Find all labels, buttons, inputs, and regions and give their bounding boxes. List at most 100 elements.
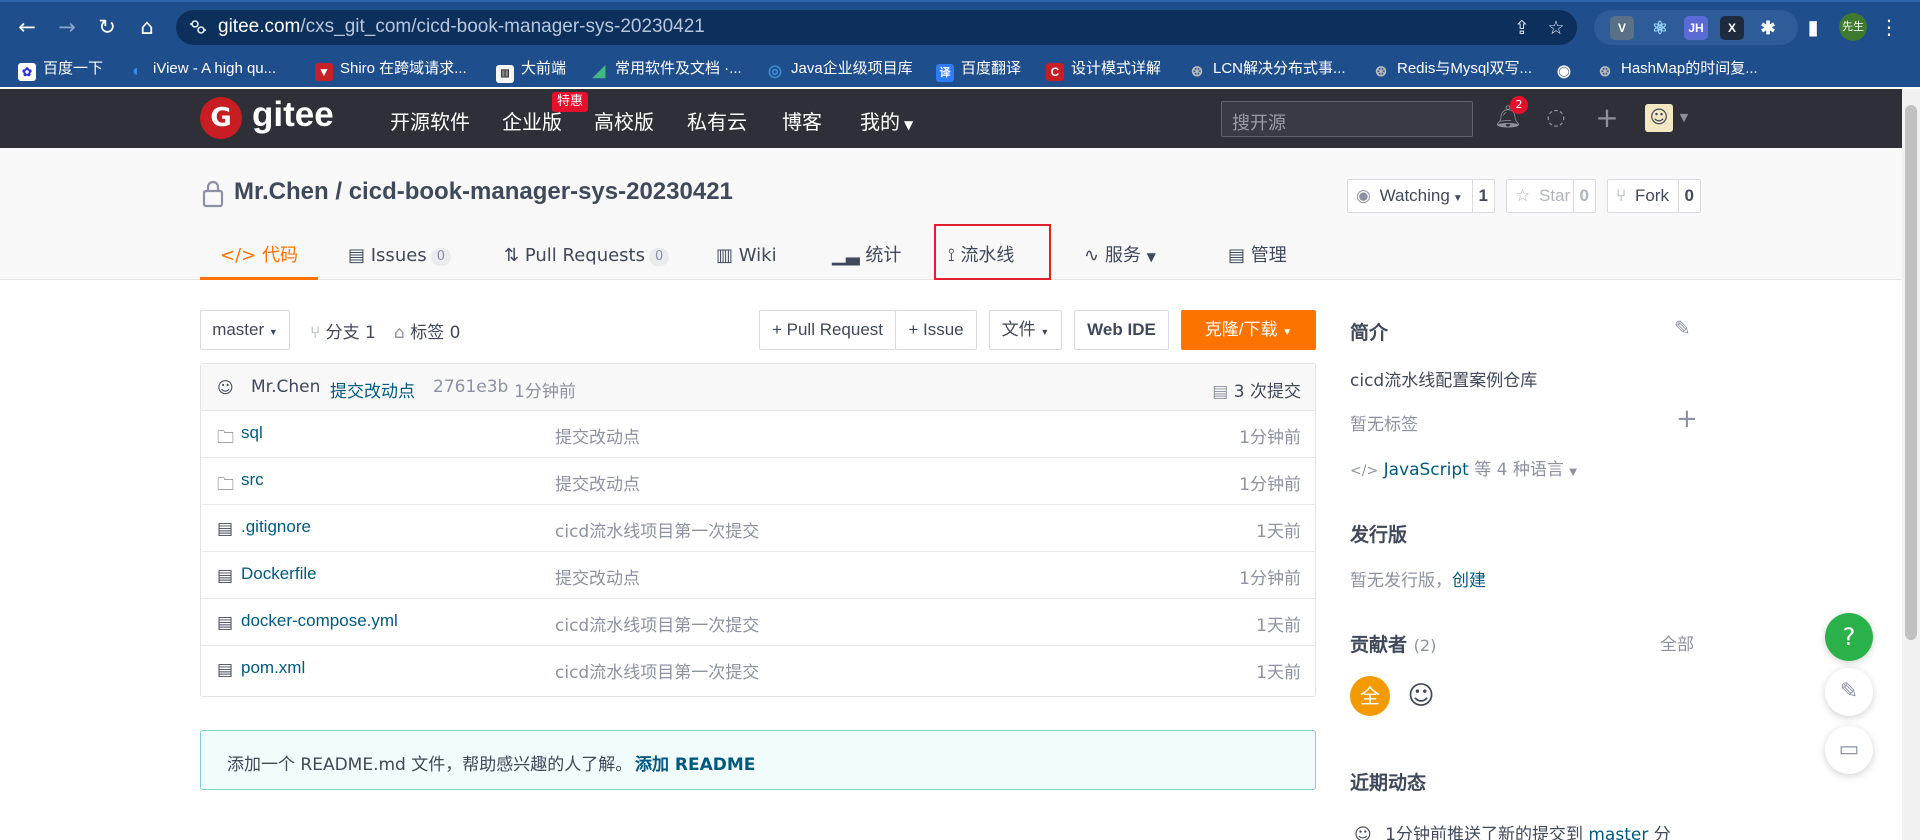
languages-row[interactable]: </> JavaScript 等 4 种语言 ▼: [1350, 455, 1577, 480]
fork-button[interactable]: ⑂ Fork 0: [1607, 179, 1701, 213]
avatar-chevron-icon[interactable]: ▼: [1670, 104, 1698, 132]
bookmark-shiro[interactable]: ▼ Shiro 在跨域请求...: [315, 57, 467, 81]
share-icon[interactable]: ⇪: [1510, 16, 1534, 40]
tags-link[interactable]: ⌂ 标签 0: [394, 318, 460, 343]
file-row[interactable]: ▤ .gitignore cicd流水线项目第一次提交 1天前: [201, 505, 1315, 552]
bookmark-hashmap[interactable]: ⊛ HashMap的时间复...: [1596, 57, 1758, 81]
user-avatar[interactable]: ☺: [1645, 104, 1673, 132]
bookmark-hashmap-globe[interactable]: ◉: [1555, 57, 1580, 81]
star-button[interactable]: ☆ Star 0: [1506, 179, 1596, 213]
star-count[interactable]: 0: [1572, 180, 1595, 212]
edit-intro-icon[interactable]: ✎: [1674, 316, 1691, 340]
file-name[interactable]: .gitignore: [241, 517, 311, 537]
nav-opensource[interactable]: 开源软件: [390, 106, 470, 135]
bookmark-frontend[interactable]: ▥ 大前端: [496, 57, 566, 83]
clone-download-button[interactable]: 克隆/下载 ▼: [1181, 310, 1316, 350]
contributor-avatar-2[interactable]: ☺: [1404, 678, 1438, 714]
tab-manage[interactable]: ▤ 管理: [1228, 234, 1287, 280]
bookmark-software[interactable]: ◢ 常用软件及文档 ·...: [590, 57, 742, 81]
plus-icon[interactable]: +: [1593, 104, 1621, 132]
bulb-icon[interactable]: ◌: [1542, 104, 1570, 132]
activity-branch-link[interactable]: master: [1588, 825, 1648, 840]
commit-author[interactable]: Mr.Chen: [251, 377, 320, 397]
file-name[interactable]: pom.xml: [241, 658, 305, 678]
fork-count[interactable]: 0: [1677, 180, 1700, 212]
file-commit-message[interactable]: 提交改动点: [555, 470, 640, 495]
nav-education[interactable]: 高校版: [594, 106, 654, 135]
bookmark-design[interactable]: C 设计模式详解: [1046, 57, 1161, 81]
file-commit-message[interactable]: 提交改动点: [555, 423, 640, 448]
reload-icon[interactable]: ↻: [92, 12, 122, 42]
contributors-all-link[interactable]: 全部: [1660, 630, 1694, 655]
new-issue-button[interactable]: + Issue: [895, 310, 977, 350]
site-info-icon[interactable]: [188, 17, 208, 37]
nav-blog[interactable]: 博客: [782, 106, 822, 135]
bookmark-redis[interactable]: ⊛ Redis与Mysql双写...: [1372, 57, 1532, 81]
home-icon[interactable]: ⌂: [132, 12, 162, 42]
add-tag-icon[interactable]: +: [1676, 404, 1698, 434]
web-ide-button[interactable]: Web IDE: [1074, 310, 1169, 350]
file-commit-message[interactable]: cicd流水线项目第一次提交: [555, 611, 759, 636]
branch-select[interactable]: master ▼: [200, 310, 290, 350]
bookmark-lcn[interactable]: ⊛ LCN解决分布式事...: [1188, 57, 1346, 81]
bookmark-baidu[interactable]: ✿ 百度一下: [18, 57, 103, 81]
extensions-puzzle-icon[interactable]: ✱: [1756, 16, 1780, 40]
help-button[interactable]: ?: [1825, 613, 1873, 661]
commit-message[interactable]: 提交改动点: [330, 377, 415, 402]
bookmark-star-icon[interactable]: ☆: [1544, 16, 1568, 40]
jsonhero-icon[interactable]: JH: [1684, 16, 1708, 40]
repo-owner-link[interactable]: Mr.Chen: [234, 178, 329, 205]
side-panel-icon[interactable]: ▮: [1800, 14, 1826, 40]
vue-devtools-icon[interactable]: V: [1610, 16, 1634, 40]
back-icon[interactable]: ←: [12, 12, 42, 42]
tab-stats[interactable]: ▁▃ 统计: [832, 234, 901, 280]
nav-mine[interactable]: 我的 ▼: [860, 106, 913, 135]
file-row[interactable]: 🗀︎ sql 提交改动点 1分钟前: [201, 411, 1315, 458]
tab-code[interactable]: </> 代码: [200, 234, 318, 280]
bookmark-iview[interactable]: ◐ iView - A high qu...: [128, 57, 276, 81]
forward-icon[interactable]: →: [52, 12, 82, 42]
file-row[interactable]: ▤ Dockerfile 提交改动点 1分钟前: [201, 552, 1315, 599]
create-release-link[interactable]: 创建: [1452, 571, 1486, 591]
file-menu-button[interactable]: 文件 ▼: [989, 310, 1062, 350]
watch-count[interactable]: 1: [1471, 180, 1494, 212]
commit-hash[interactable]: 2761e3b: [433, 377, 508, 397]
commit-count-link[interactable]: ▤ 3 次提交: [1212, 377, 1301, 402]
nav-private-cloud[interactable]: 私有云: [687, 106, 747, 135]
file-name[interactable]: docker-compose.yml: [241, 611, 398, 631]
tab-wiki[interactable]: ▥ Wiki: [716, 234, 777, 280]
gitee-logo-icon[interactable]: G: [200, 97, 242, 139]
x-extension-icon[interactable]: X: [1720, 16, 1744, 40]
new-pull-request-button[interactable]: + Pull Request: [759, 310, 896, 350]
react-devtools-icon[interactable]: ⚛: [1648, 16, 1672, 40]
bookmark-fanyi[interactable]: 译百度翻译: [936, 57, 1021, 82]
file-row[interactable]: ▤ pom.xml cicd流水线项目第一次提交 1天前: [201, 646, 1315, 693]
search-input[interactable]: 搜开源: [1221, 101, 1473, 137]
commit-author-avatar[interactable]: ☺: [217, 378, 234, 397]
scrollbar-thumb[interactable]: [1905, 105, 1917, 640]
file-row[interactable]: 🗀︎ src 提交改动点 1分钟前: [201, 458, 1315, 505]
repo-name-link[interactable]: cicd-book-manager-sys-20230421: [349, 178, 733, 205]
chat-icon[interactable]: ▭: [1825, 726, 1873, 774]
profile-avatar[interactable]: 先生: [1839, 13, 1867, 41]
tab-pull-requests[interactable]: ⇅ Pull Requests 0: [504, 234, 670, 280]
feedback-icon[interactable]: ✎: [1825, 668, 1873, 716]
address-bar[interactable]: gitee.com/cxs_git_com/cicd-book-manager-…: [176, 10, 1577, 45]
chrome-menu-icon[interactable]: ⋮: [1876, 14, 1902, 40]
branches-link[interactable]: ⑂ 分支 1: [310, 318, 376, 343]
tab-issues[interactable]: ▤ Issues 0: [348, 234, 451, 280]
bookmark-java[interactable]: ◎ Java企业级项目库: [766, 57, 913, 81]
file-name[interactable]: sql: [241, 423, 263, 443]
tab-services[interactable]: ∿ 服务 ▼: [1084, 234, 1156, 280]
add-readme-link[interactable]: 添加 README: [635, 750, 755, 775]
file-name[interactable]: src: [241, 470, 264, 490]
file-commit-message[interactable]: cicd流水线项目第一次提交: [555, 658, 759, 683]
language-link[interactable]: JavaScript: [1384, 460, 1469, 480]
file-row[interactable]: ▤ docker-compose.yml cicd流水线项目第一次提交 1天前: [201, 599, 1315, 646]
gitee-logo-text[interactable]: gitee: [252, 95, 334, 135]
contributor-avatar-1[interactable]: 全: [1350, 676, 1390, 716]
watch-button[interactable]: ◉ Watching ▼ 1: [1347, 179, 1495, 213]
file-commit-message[interactable]: 提交改动点: [555, 564, 640, 589]
file-commit-message[interactable]: cicd流水线项目第一次提交: [555, 517, 759, 542]
file-name[interactable]: Dockerfile: [241, 564, 317, 584]
